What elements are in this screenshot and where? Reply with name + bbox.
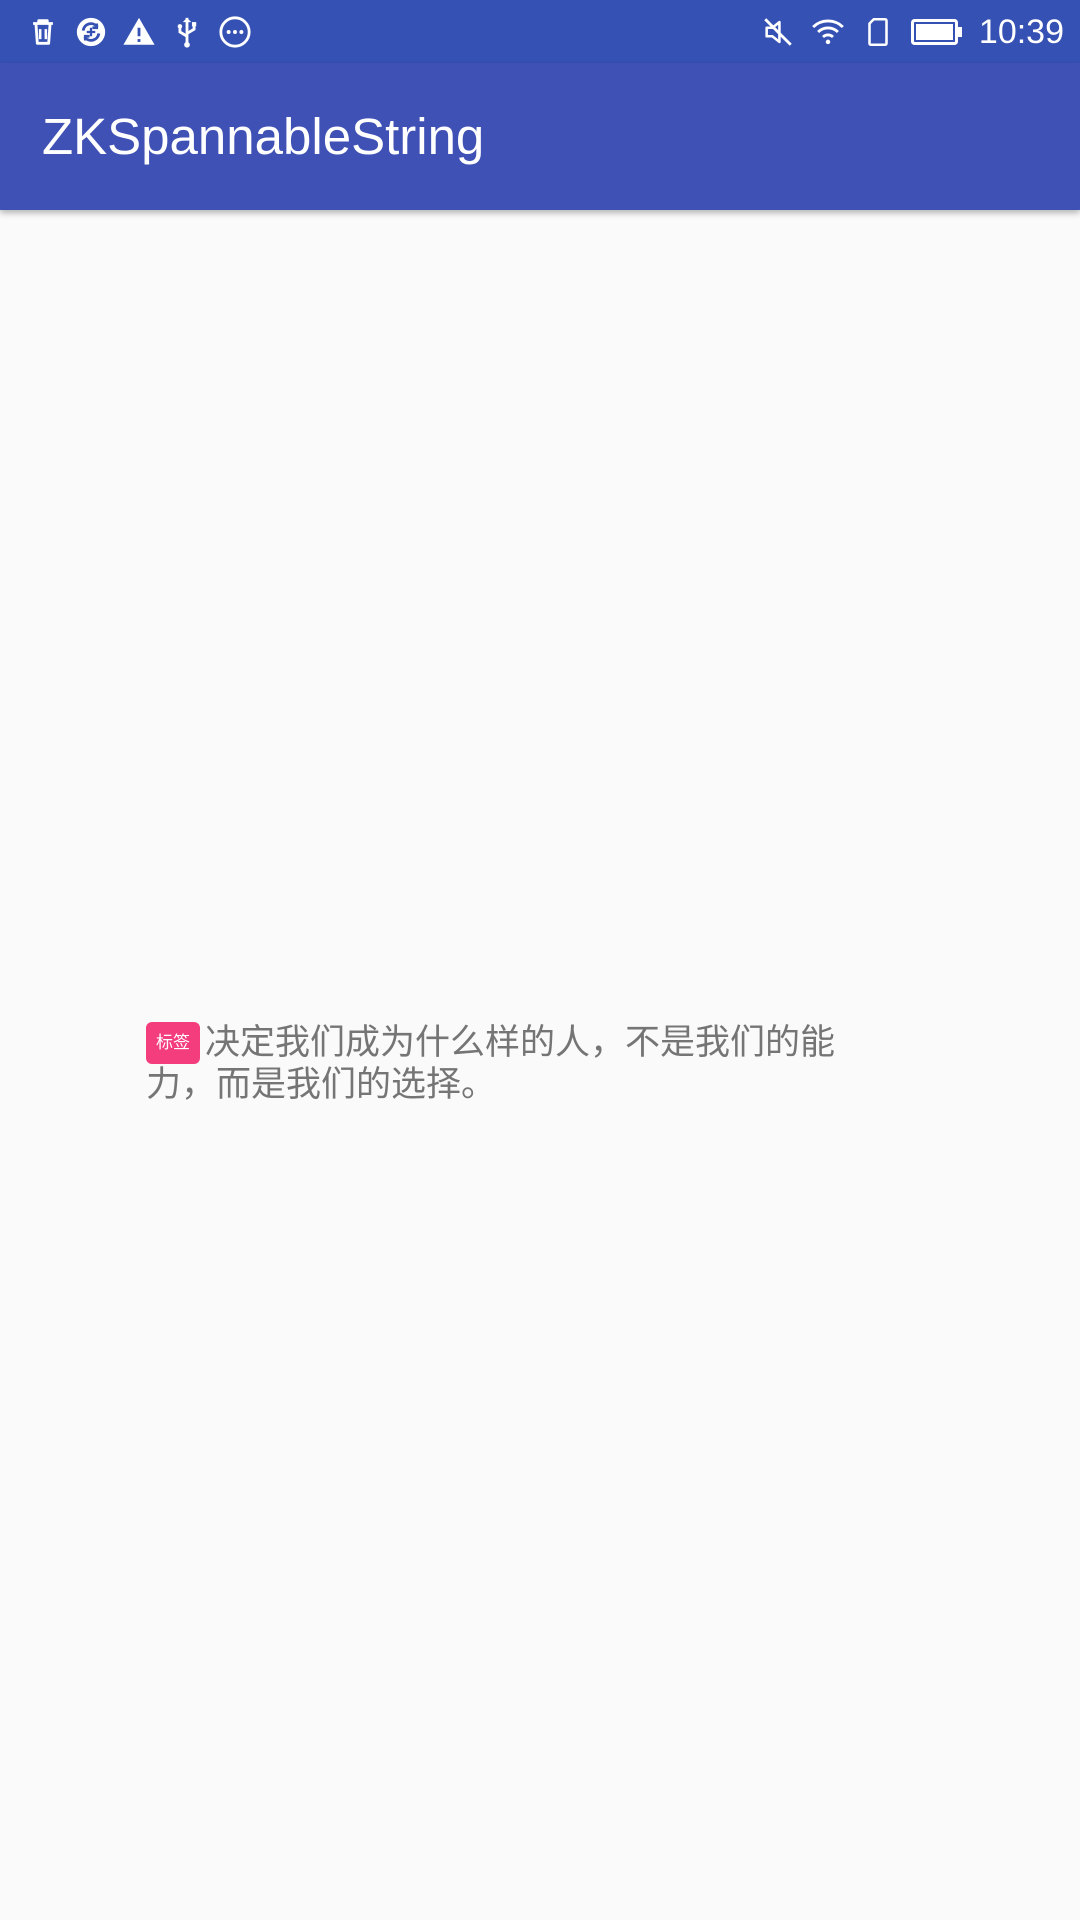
status-bar: 10:39 (0, 0, 1080, 63)
wifi-icon (812, 19, 844, 45)
status-time: 10:39 (978, 13, 1064, 51)
app-title: ZKSpannableString (42, 108, 485, 165)
warning-icon (123, 17, 155, 45)
content-area: 标签 决定我们成为什么样的人，不是我们的能力，而是我们的选择。 (0, 210, 1080, 1920)
screen: 10:39 ZKSpannableString 标签 决定我们成为什么样的人，不是… (0, 0, 1080, 1920)
status-left-icons (26, 14, 252, 50)
tag-badge: 标签 (146, 1022, 200, 1064)
usb-icon (177, 17, 197, 48)
sync-icon (76, 17, 106, 47)
status-right-icons: 10:39 (761, 10, 1064, 54)
more-dots-icon (219, 16, 251, 48)
trash-icon (33, 19, 53, 45)
battery-icon (910, 19, 962, 45)
mute-icon (764, 18, 792, 46)
quote-text: 决定我们成为什么样的人，不是我们的能力，而是我们的选择。 (146, 1023, 836, 1105)
app-bar: ZKSpannableString (0, 63, 1080, 210)
spannable-text: 标签 决定我们成为什么样的人，不是我们的能力，而是我们的选择。 (146, 1022, 886, 1106)
sim-icon (868, 17, 888, 47)
